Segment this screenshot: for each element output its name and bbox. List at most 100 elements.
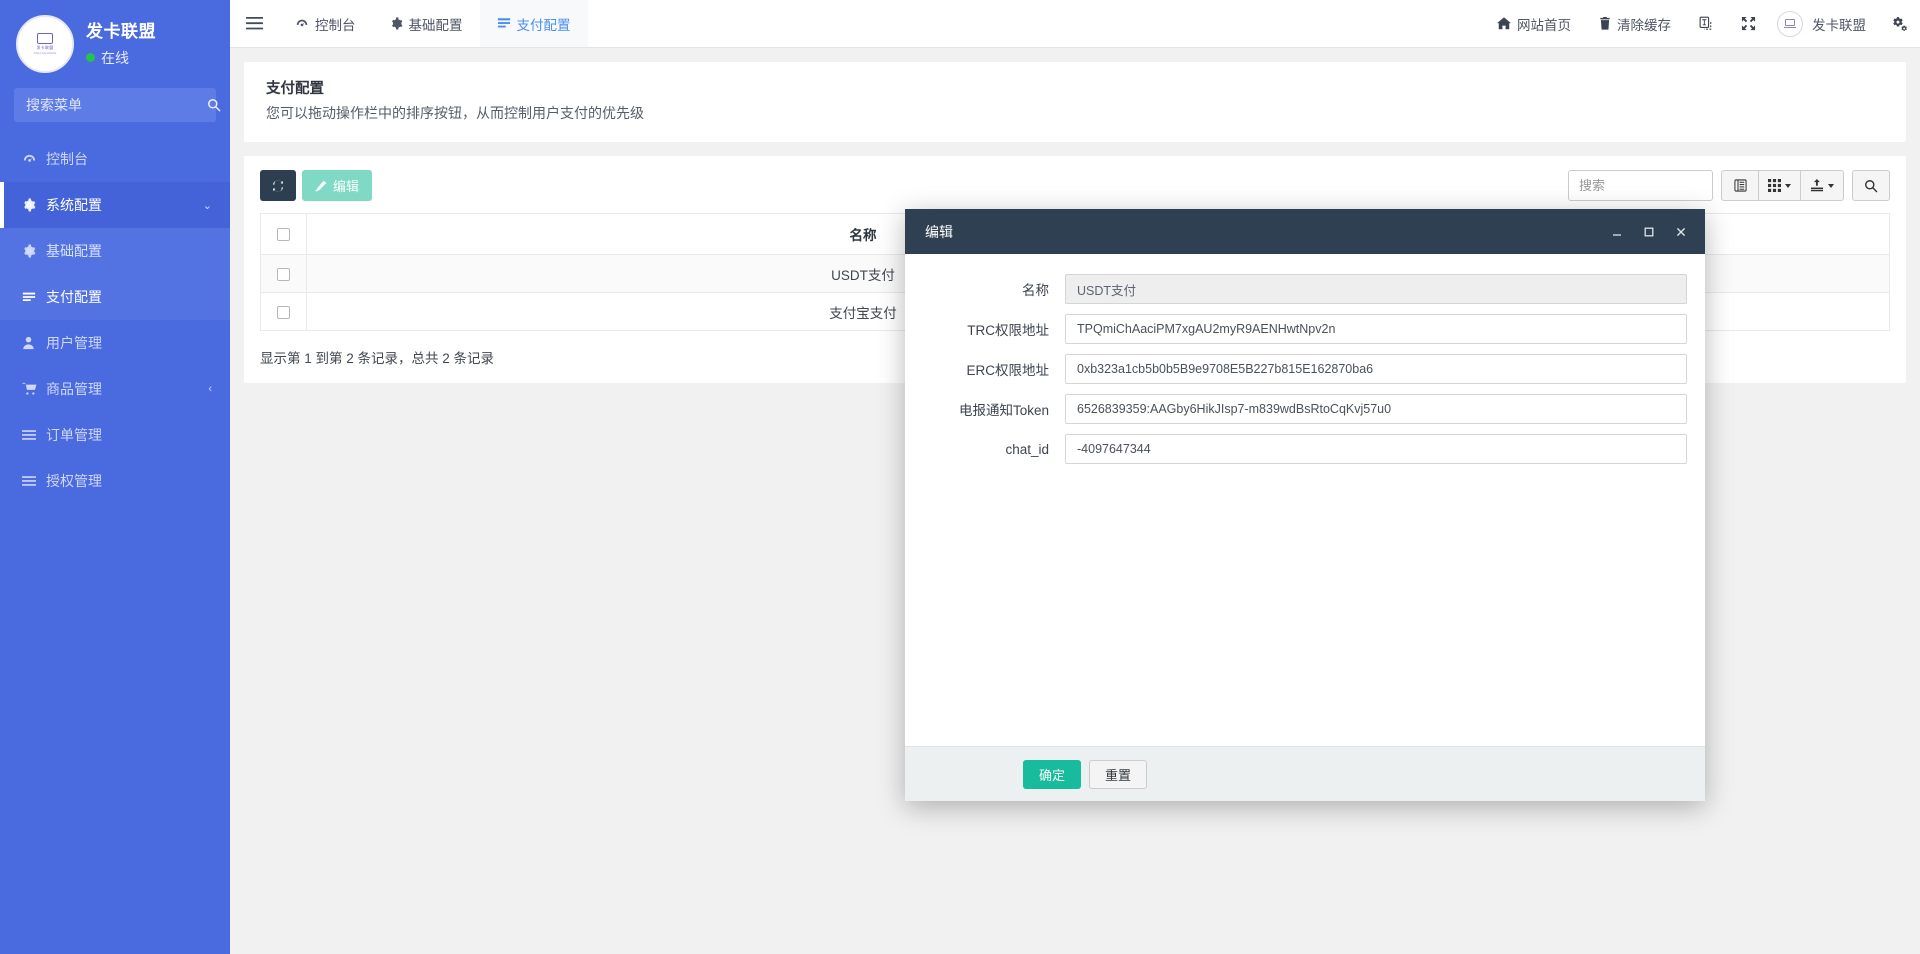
brand-title: 发卡联盟 bbox=[86, 21, 156, 41]
sidebar-item-basic-config[interactable]: 基础配置 bbox=[0, 228, 230, 274]
sidebar-item-label: 系统配置 bbox=[46, 197, 102, 213]
row-checkbox[interactable] bbox=[277, 267, 290, 281]
sidebar: 发卡联盟 FAKA ALLIANCE 发卡联盟 在线 控制台 bbox=[0, 0, 230, 954]
hamburger-icon[interactable] bbox=[230, 0, 278, 47]
sidebar-item-label: 控制台 bbox=[46, 151, 88, 167]
sidebar-search[interactable] bbox=[14, 88, 221, 122]
chat-id-field[interactable] bbox=[1065, 434, 1687, 464]
form-row-chat-id: chat_id bbox=[905, 434, 1705, 464]
toolbar-right-tools bbox=[1568, 170, 1890, 201]
row-select-cell bbox=[260, 254, 307, 293]
sidebar-item-user-management[interactable]: 用户管理 bbox=[0, 320, 230, 366]
tab-payment-config[interactable]: 支付配置 bbox=[479, 0, 588, 47]
close-icon[interactable] bbox=[1667, 218, 1695, 246]
language-switch-icon[interactable] bbox=[1685, 0, 1727, 47]
menu-search-input[interactable] bbox=[26, 97, 207, 113]
row-select-cell bbox=[260, 292, 307, 331]
sidebar-item-authorization-management[interactable]: 授权管理 bbox=[0, 458, 230, 504]
sidebar-item-product-management[interactable]: 商品管理 ‹ bbox=[0, 366, 230, 412]
fullscreen-icon[interactable] bbox=[1727, 0, 1769, 47]
sidebar-item-label: 订单管理 bbox=[46, 427, 102, 443]
row-checkbox[interactable] bbox=[277, 305, 290, 319]
site-home-link[interactable]: 网站首页 bbox=[1483, 0, 1585, 47]
field-label: TRC权限地址 bbox=[967, 323, 1049, 338]
modal-header[interactable]: 编辑 bbox=[905, 209, 1705, 254]
bars-icon bbox=[22, 429, 42, 441]
topbar-right-actions: 网站首页 清除缓存 发卡联盟 bbox=[1483, 0, 1920, 47]
sidebar-item-dashboard[interactable]: 控制台 bbox=[0, 136, 230, 182]
grid-view-icon[interactable] bbox=[1758, 170, 1801, 201]
chevron-left-icon: ‹ bbox=[208, 383, 212, 395]
chevron-down-icon: ⌄ bbox=[202, 199, 212, 212]
search-icon[interactable] bbox=[1852, 170, 1890, 201]
modal-window-controls bbox=[1603, 218, 1695, 246]
list-icon bbox=[497, 17, 511, 30]
export-icon[interactable] bbox=[1800, 170, 1844, 201]
tab-basic-config[interactable]: 基础配置 bbox=[373, 0, 480, 47]
tab-label: 基础配置 bbox=[408, 17, 463, 33]
bars-icon bbox=[22, 475, 42, 487]
minimize-icon[interactable] bbox=[1603, 218, 1631, 246]
tab-dashboard[interactable]: 控制台 bbox=[278, 0, 373, 47]
pencil-icon bbox=[315, 180, 327, 192]
page-title: 支付配置 bbox=[266, 81, 324, 97]
top-navigation-bar: 控制台 基础配置 支付配置 网站首页 清除缓存 发卡联盟 bbox=[230, 0, 1920, 48]
name-field[interactable] bbox=[1065, 274, 1687, 304]
sidebar-item-order-management[interactable]: 订单管理 bbox=[0, 412, 230, 458]
brand-logo: 发卡联盟 FAKA ALLIANCE bbox=[16, 15, 74, 73]
refresh-button[interactable] bbox=[260, 170, 296, 201]
tab-label: 控制台 bbox=[315, 17, 356, 33]
main-area: 控制台 基础配置 支付配置 网站首页 清除缓存 发卡联盟 支付配置 您可以拖动操… bbox=[230, 0, 1920, 954]
telegram-token-field[interactable] bbox=[1065, 394, 1687, 424]
edit-button[interactable]: 编辑 bbox=[302, 170, 373, 201]
trash-icon bbox=[1599, 17, 1611, 30]
dashboard-icon bbox=[295, 17, 309, 31]
gear-icon bbox=[22, 198, 42, 212]
sidebar-item-label: 用户管理 bbox=[46, 335, 102, 351]
field-label: ERC权限地址 bbox=[966, 363, 1049, 378]
user-menu[interactable]: 发卡联盟 bbox=[1769, 0, 1878, 47]
online-status: 在线 bbox=[86, 48, 156, 68]
erc-address-field[interactable] bbox=[1065, 354, 1687, 384]
page-subtitle: 您可以拖动操作栏中的排序按钮，从而控制用户支付的优先级 bbox=[266, 105, 644, 121]
tab-label: 支付配置 bbox=[516, 17, 571, 33]
page-header-card: 支付配置 您可以拖动操作栏中的排序按钮，从而控制用户支付的优先级 bbox=[244, 62, 1906, 142]
refresh-icon bbox=[271, 179, 285, 193]
sidebar-item-system-config[interactable]: 系统配置 ⌄ bbox=[0, 182, 230, 228]
confirm-button[interactable]: 确定 bbox=[1023, 759, 1082, 789]
cart-icon bbox=[22, 382, 42, 396]
logo-text-primary: 发卡联盟 bbox=[36, 45, 54, 50]
user-icon bbox=[22, 336, 42, 350]
edit-modal: 编辑 名称 TRC权限地址 bbox=[905, 209, 1705, 801]
avatar bbox=[1777, 10, 1803, 37]
toolbar-left-buttons: 编辑 bbox=[260, 170, 373, 201]
field-label: 电报通知Token bbox=[958, 403, 1049, 418]
list-icon bbox=[22, 290, 42, 304]
settings-gears-icon[interactable] bbox=[1878, 0, 1920, 47]
logo-card-icon bbox=[37, 33, 53, 44]
gear-icon bbox=[22, 244, 42, 258]
form-row-name: 名称 bbox=[905, 274, 1705, 304]
clear-cache-link[interactable]: 清除缓存 bbox=[1585, 0, 1685, 47]
trc-address-field[interactable] bbox=[1065, 314, 1687, 344]
search-icon[interactable] bbox=[207, 98, 221, 112]
maximize-icon[interactable] bbox=[1635, 218, 1663, 246]
sidebar-item-label: 商品管理 bbox=[46, 381, 102, 397]
chevron-down-icon bbox=[1785, 183, 1791, 188]
select-all-checkbox[interactable] bbox=[277, 228, 290, 242]
columns-toggle-icon[interactable] bbox=[1721, 170, 1759, 201]
select-all-header bbox=[260, 213, 307, 255]
form-row-telegram-token: 电报通知Token bbox=[905, 394, 1705, 424]
form-row-erc-address: ERC权限地址 bbox=[905, 354, 1705, 384]
dashboard-icon bbox=[22, 152, 42, 167]
form-row-trc-address: TRC权限地址 bbox=[905, 314, 1705, 344]
search-input[interactable] bbox=[1568, 170, 1713, 201]
reset-button[interactable]: 重置 bbox=[1089, 759, 1148, 789]
sidebar-item-label: 授权管理 bbox=[46, 473, 102, 489]
table-toolbar: 编辑 bbox=[260, 170, 1890, 201]
modal-body: 名称 TRC权限地址 ERC权限地址 电报通知Token chat_id bbox=[905, 254, 1705, 746]
status-label: 在线 bbox=[101, 49, 129, 66]
sidebar-item-payment-config[interactable]: 支付配置 bbox=[0, 274, 230, 320]
user-name-label: 发卡联盟 bbox=[1812, 17, 1866, 33]
